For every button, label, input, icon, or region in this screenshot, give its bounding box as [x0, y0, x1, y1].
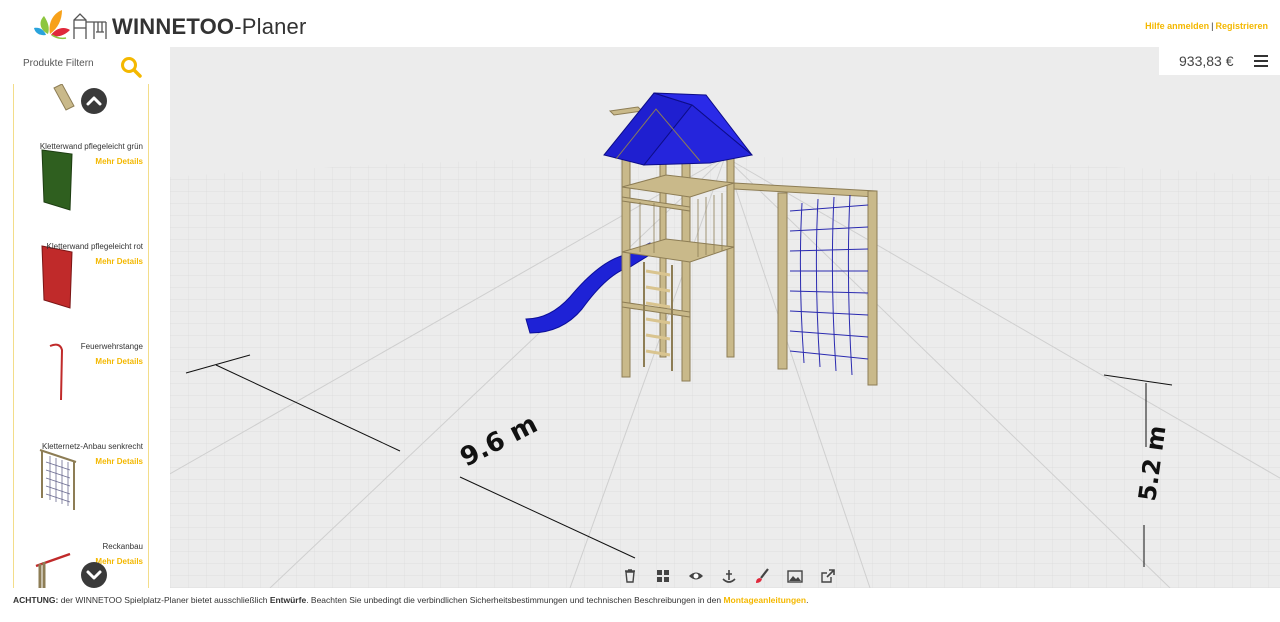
total-price: 933,83 € — [1179, 53, 1234, 69]
brand-bold: WINNETOO — [112, 14, 235, 39]
product-name: Kletterwand pflegeleicht grün — [39, 142, 143, 151]
filter-label[interactable]: Produkte Filtern — [23, 58, 94, 69]
more-details-link[interactable]: Mehr Details — [95, 457, 143, 466]
3d-viewport[interactable]: 9.6 m 5.2 m 933,83 € — [170, 47, 1280, 588]
eye-icon[interactable] — [687, 567, 705, 585]
register-link[interactable]: Registrieren — [1215, 21, 1268, 31]
product-item[interactable]: Kletterwand pflegeleicht rot Mehr Detail… — [14, 242, 148, 342]
hamburger-menu-icon[interactable] — [1254, 55, 1268, 67]
brand-rest: -Planer — [234, 14, 307, 39]
assembly-instructions-link[interactable]: Montageanleitungen — [723, 595, 806, 605]
product-name: Kletterwand pflegeleicht rot — [46, 242, 144, 251]
partial-product-thumb — [53, 84, 75, 111]
link-separator: | — [1211, 21, 1214, 31]
chevron-up-icon — [86, 96, 102, 106]
product-item[interactable]: Feuerwehrstange Mehr Details — [14, 342, 148, 442]
trash-icon[interactable] — [621, 567, 639, 585]
winnetoo-logo[interactable] — [34, 8, 108, 40]
product-name: Feuerwehrstange — [80, 342, 143, 351]
ground-grid — [170, 157, 1280, 588]
grid-icon[interactable] — [654, 567, 672, 585]
product-item[interactable]: Kletternetz-Anbau senkrecht Mehr Details — [14, 442, 148, 542]
account-links: Hilfe anmelden | Registrieren — [1145, 21, 1268, 31]
more-details-link[interactable]: Mehr Details — [95, 157, 143, 166]
disclaimer-bold: Entwürfe — [269, 595, 307, 605]
anchor-icon[interactable] — [720, 567, 738, 585]
login-link[interactable]: Hilfe anmelden — [1145, 21, 1209, 31]
price-box: 933,83 € — [1159, 47, 1280, 75]
brand-title: WINNETOO-Planer — [112, 14, 307, 40]
disclaimer-text-1: der WINNETOO Spielplatz-Planer bietet au… — [58, 595, 270, 605]
scroll-down-button[interactable] — [81, 562, 107, 588]
disclaimer-text-2: . Beachten Sie unbedingt die verbindlich… — [306, 595, 724, 605]
image-icon[interactable] — [786, 567, 804, 585]
more-details-link[interactable]: Mehr Details — [95, 257, 143, 266]
playground-scene[interactable]: 9.6 m 5.2 m — [170, 47, 1280, 588]
search-icon[interactable] — [119, 55, 143, 79]
scroll-up-button[interactable] — [81, 88, 107, 114]
more-details-link[interactable]: Mehr Details — [95, 357, 143, 366]
product-list[interactable]: Kletterwand pflegeleicht grün Mehr Detai… — [13, 84, 149, 588]
chevron-down-icon — [86, 570, 102, 580]
footer-disclaimer: ACHTUNG: der WINNETOO Spielplatz-Planer … — [13, 595, 808, 605]
product-name: Reckanbau — [102, 542, 143, 551]
disclaimer-text-3: . — [806, 595, 809, 605]
external-link-icon[interactable] — [819, 567, 837, 585]
header: WINNETOO-Planer Hilfe anmelden | Registrie… — [0, 0, 1280, 48]
product-name: Kletternetz-Anbau senkrecht — [42, 442, 143, 451]
warning-label: ACHTUNG: — [13, 595, 59, 605]
product-item[interactable]: Kletterwand pflegeleicht grün Mehr Detai… — [14, 142, 148, 242]
brush-icon[interactable] — [753, 567, 771, 585]
